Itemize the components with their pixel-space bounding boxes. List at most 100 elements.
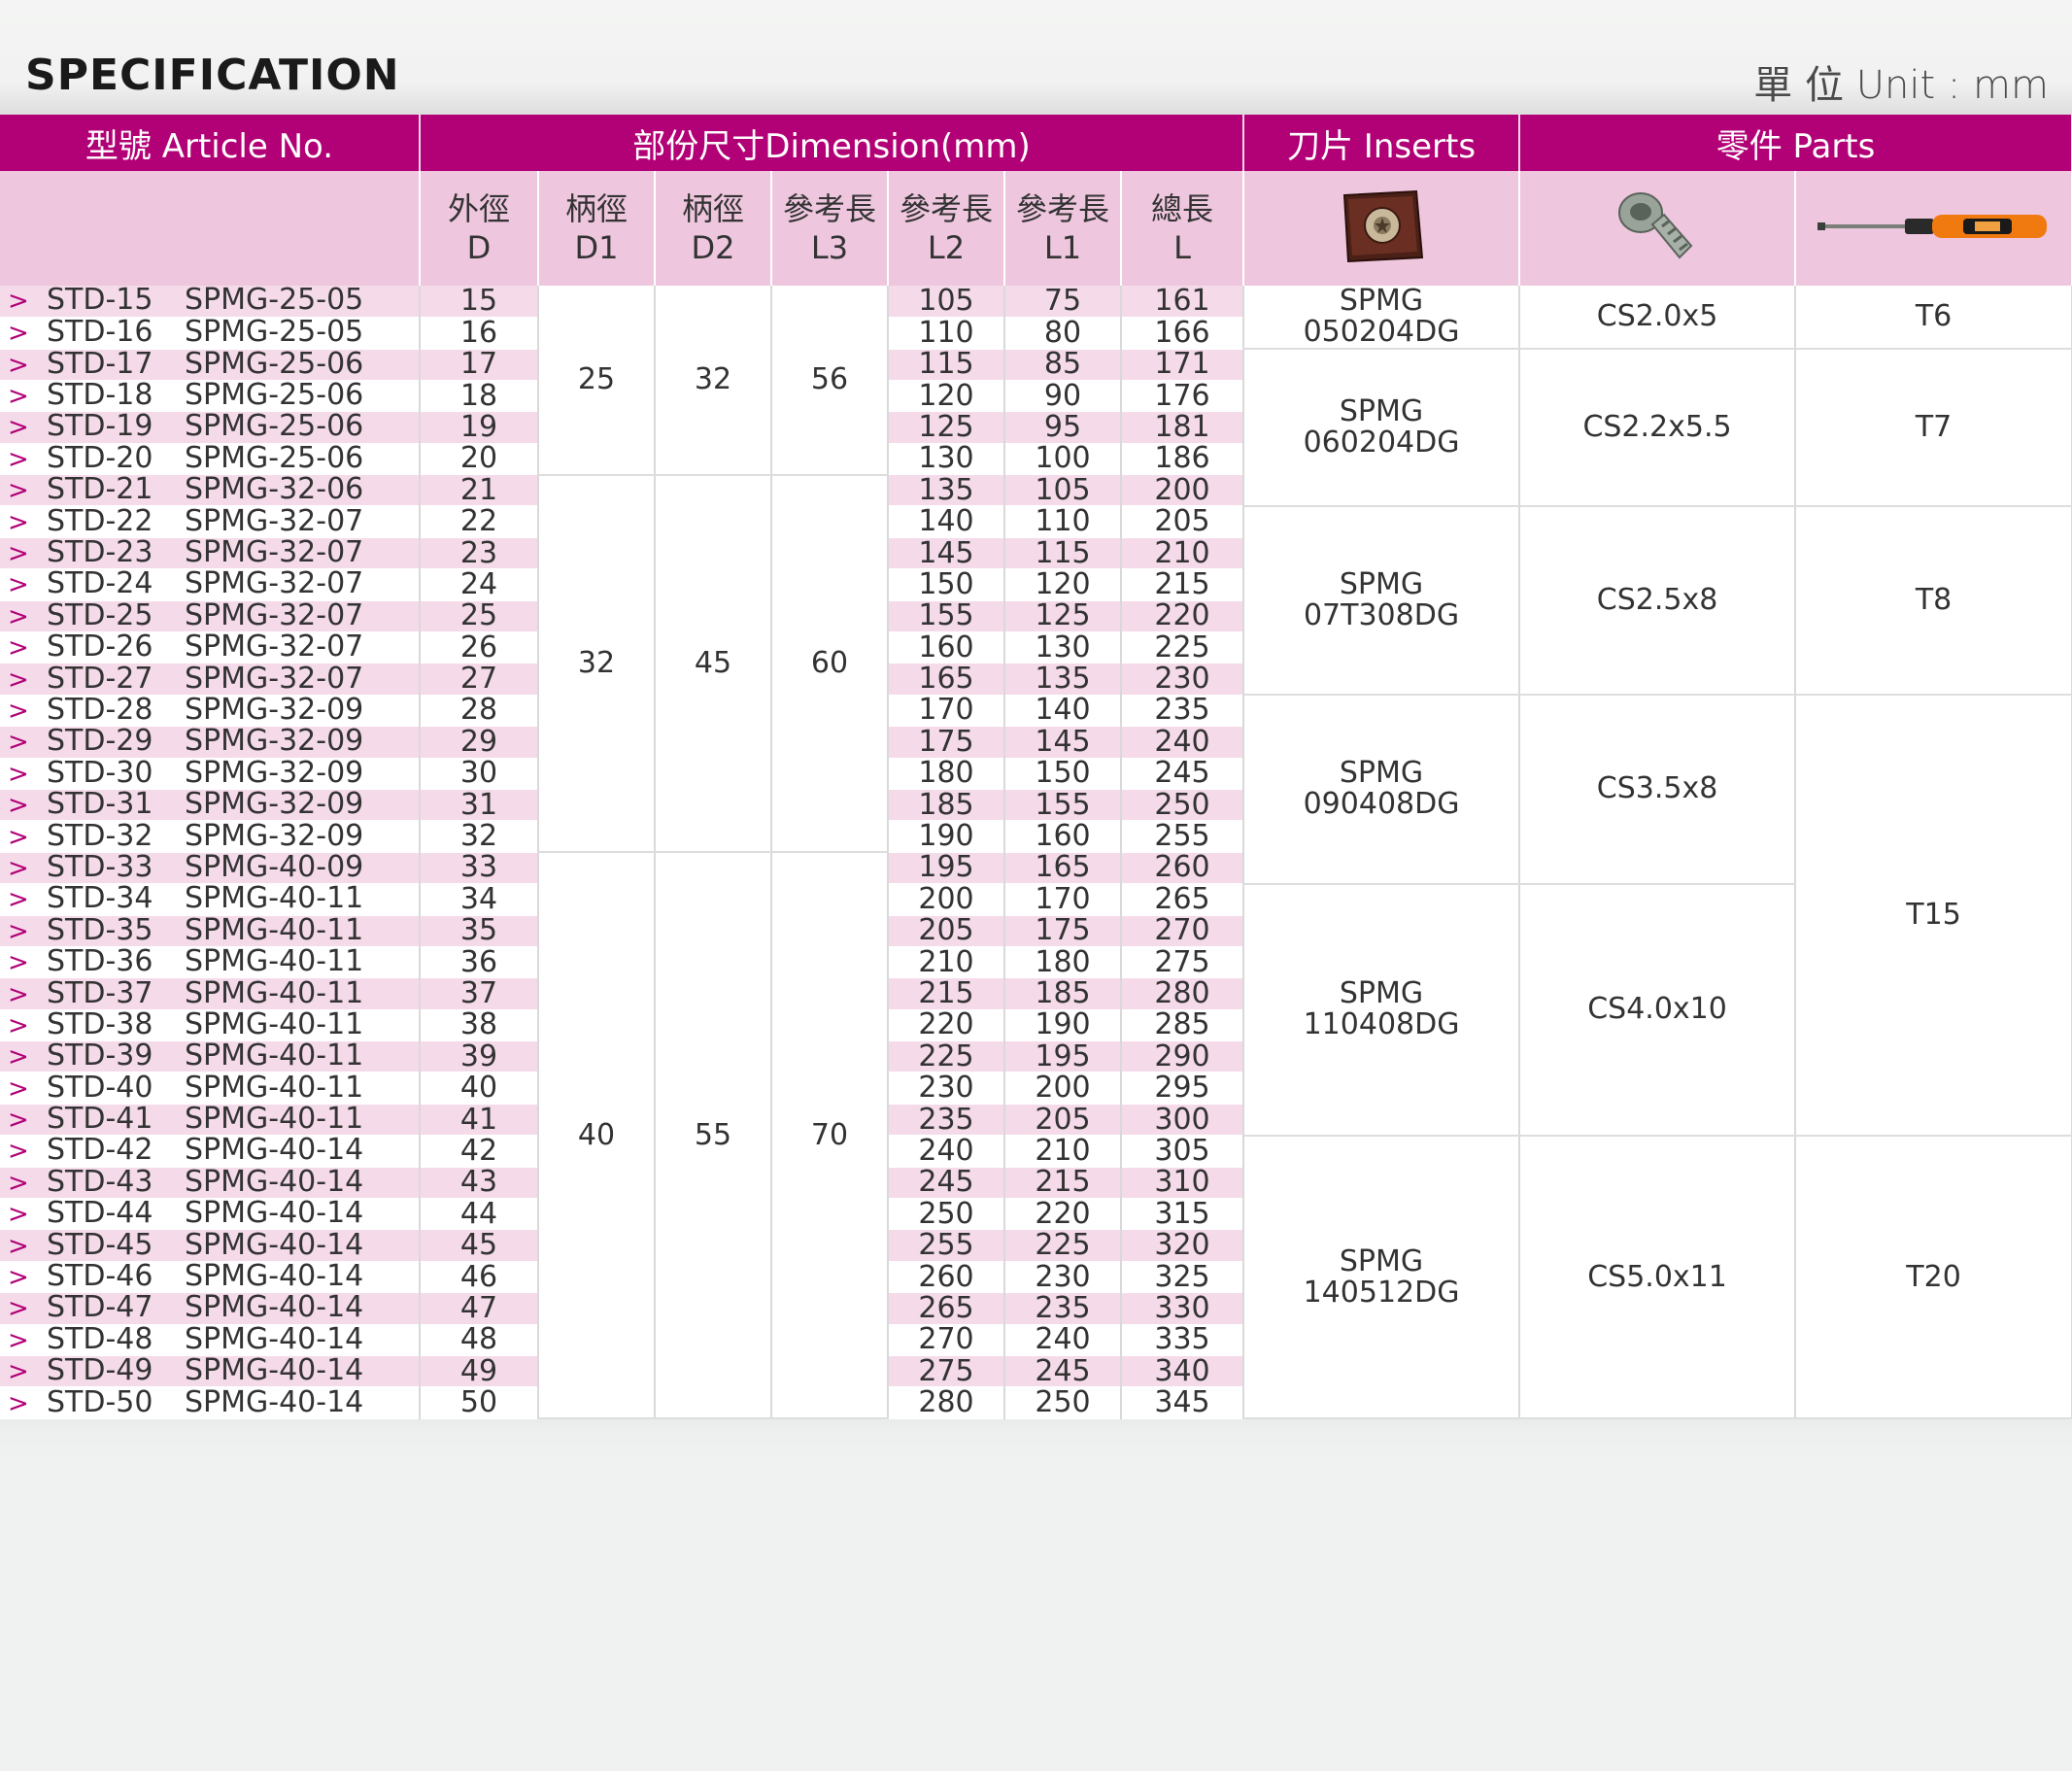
cell-l1: 115 xyxy=(1004,537,1122,570)
article-cell: > STD-22 SPMG-32-07 xyxy=(0,505,421,538)
cell-l1: 225 xyxy=(1004,1229,1122,1262)
cell-l: 245 xyxy=(1121,758,1245,790)
article-cell: > STD-32 SPMG-32-09 xyxy=(0,820,421,853)
header-row-sub: 外徑 D 柄徑 D1 柄徑 D2 參考長 L3 參考長 L2 參考長 L1 總長 L xyxy=(0,171,2072,286)
std-code: STD-35 xyxy=(47,915,153,947)
cell-l: 176 xyxy=(1121,380,1245,413)
std-code: STD-38 xyxy=(47,1009,153,1041)
cell-l2: 175 xyxy=(888,726,1005,759)
std-code: STD-32 xyxy=(47,820,153,853)
spmg-code: SPMG-32-09 xyxy=(185,758,364,790)
row-arrow-icon: > xyxy=(8,979,29,1009)
cell-d: 20 xyxy=(420,443,539,476)
row-arrow-icon: > xyxy=(8,319,29,349)
std-code: STD-41 xyxy=(47,1104,153,1136)
cell-l1: 150 xyxy=(1004,758,1122,790)
article-cell: > STD-28 SPMG-32-09 xyxy=(0,695,421,728)
row-arrow-icon: > xyxy=(8,601,29,631)
cell-l2: 245 xyxy=(888,1167,1005,1200)
cell-l: 230 xyxy=(1121,663,1245,696)
std-code: STD-28 xyxy=(47,695,153,727)
row-arrow-icon: > xyxy=(8,916,29,946)
cell-d1: 32 xyxy=(538,474,656,854)
row-arrow-icon: > xyxy=(8,287,29,317)
cell-l1: 130 xyxy=(1004,631,1122,664)
cell-l2: 220 xyxy=(888,1009,1005,1042)
cell-l1: 155 xyxy=(1004,789,1122,822)
spmg-code: SPMG-40-14 xyxy=(185,1292,364,1325)
row-arrow-icon: > xyxy=(8,664,29,695)
cell-l: 330 xyxy=(1121,1292,1245,1325)
cell-l2: 250 xyxy=(888,1198,1005,1231)
cell-l2: 265 xyxy=(888,1292,1005,1325)
article-cell: > STD-24 SPMG-32-07 xyxy=(0,568,421,601)
cell-l2: 135 xyxy=(888,474,1005,507)
insert-type: SPMG xyxy=(1339,286,1424,318)
driver-cell: T6 xyxy=(1795,286,2072,350)
insert-image-cell xyxy=(1243,171,1521,286)
table-row: > STD-17 SPMG-25-06 17 115 85 171 SPMG 060204DG C… xyxy=(0,349,2072,507)
cell-l1: 220 xyxy=(1004,1198,1122,1231)
cell-l: 340 xyxy=(1121,1355,1245,1388)
cell-l2: 185 xyxy=(888,789,1005,822)
table-row: > STD-28 SPMG-32-09 28 170 140 235 SPMG 090408DG… xyxy=(0,695,2072,1137)
spmg-code: SPMG-32-06 xyxy=(185,474,364,506)
cell-d: 48 xyxy=(420,1324,539,1357)
insert-type: SPMG xyxy=(1339,756,1424,791)
cell-l: 235 xyxy=(1121,695,1245,728)
cell-l2: 105 xyxy=(888,286,1005,318)
unit-label: 單 位 Unit : mm xyxy=(1753,63,2049,108)
cell-d: 27 xyxy=(420,663,539,696)
insert-code: 07T308DG xyxy=(1303,598,1460,633)
insert-cell: SPMG 090408DG xyxy=(1243,695,1521,885)
cell-d: 47 xyxy=(420,1292,539,1325)
article-cell: > STD-34 SPMG-40-11 xyxy=(0,883,421,916)
cell-l1: 240 xyxy=(1004,1324,1122,1357)
cell-d: 19 xyxy=(420,411,539,444)
row-arrow-icon: > xyxy=(8,1263,29,1293)
spmg-code: SPMG-40-14 xyxy=(185,1229,364,1262)
spmg-code: SPMG-40-09 xyxy=(185,852,364,884)
cell-l: 255 xyxy=(1121,820,1245,853)
spmg-code: SPMG-32-09 xyxy=(185,726,364,759)
cell-d: 40 xyxy=(420,1072,539,1105)
article-cell: > STD-15 SPMG-25-05 xyxy=(0,286,421,318)
cell-l2: 195 xyxy=(888,852,1005,885)
article-cell: > STD-33 SPMG-40-09 xyxy=(0,852,421,885)
cell-l: 181 xyxy=(1121,411,1245,444)
table-row: > STD-15 SPMG-25-05 15 25 32 56 105 75 161 SPMG 050… xyxy=(0,286,2072,476)
row-arrow-icon: > xyxy=(8,853,29,883)
col-l2-header: 參考長 L2 xyxy=(888,171,1005,286)
article-cell: > STD-19 SPMG-25-06 xyxy=(0,411,421,444)
spmg-code: SPMG-32-07 xyxy=(185,568,364,601)
page-title: SPECIFICATION xyxy=(25,51,400,100)
spmg-code: SPMG-25-06 xyxy=(185,411,364,444)
cell-l2: 280 xyxy=(888,1386,1005,1419)
table-row: > STD-34 SPMG-40-11 34 200 170 265 SPMG 110408DG… xyxy=(0,883,2072,1137)
spmg-code: SPMG-32-09 xyxy=(185,695,364,727)
insert-cell: SPMG 07T308DG xyxy=(1243,505,1521,697)
header-article: 型號 Article No. xyxy=(0,115,421,171)
cell-l3: 56 xyxy=(771,286,889,476)
cell-l2: 205 xyxy=(888,915,1005,947)
std-code: STD-39 xyxy=(47,1040,153,1073)
cell-l: 290 xyxy=(1121,1040,1245,1073)
std-code: STD-30 xyxy=(47,758,153,790)
row-arrow-icon: > xyxy=(8,382,29,412)
article-cell: > STD-18 SPMG-25-06 xyxy=(0,380,421,413)
row-arrow-icon: > xyxy=(8,539,29,569)
cell-d: 39 xyxy=(420,1040,539,1073)
spmg-code: SPMG-40-14 xyxy=(185,1135,364,1168)
row-arrow-icon: > xyxy=(8,1357,29,1387)
cell-l: 345 xyxy=(1121,1386,1245,1419)
std-code: STD-21 xyxy=(47,474,153,506)
cell-d: 18 xyxy=(420,380,539,413)
cell-l: 220 xyxy=(1121,600,1245,633)
article-cell: > STD-20 SPMG-25-06 xyxy=(0,443,421,476)
insert-code: 060204DG xyxy=(1303,425,1460,460)
article-cell: > STD-50 SPMG-40-14 xyxy=(0,1386,421,1419)
col-l1-header: 參考長 L1 xyxy=(1004,171,1122,286)
std-code: STD-20 xyxy=(47,443,153,475)
std-code: STD-17 xyxy=(47,349,153,381)
cell-l2: 255 xyxy=(888,1229,1005,1262)
